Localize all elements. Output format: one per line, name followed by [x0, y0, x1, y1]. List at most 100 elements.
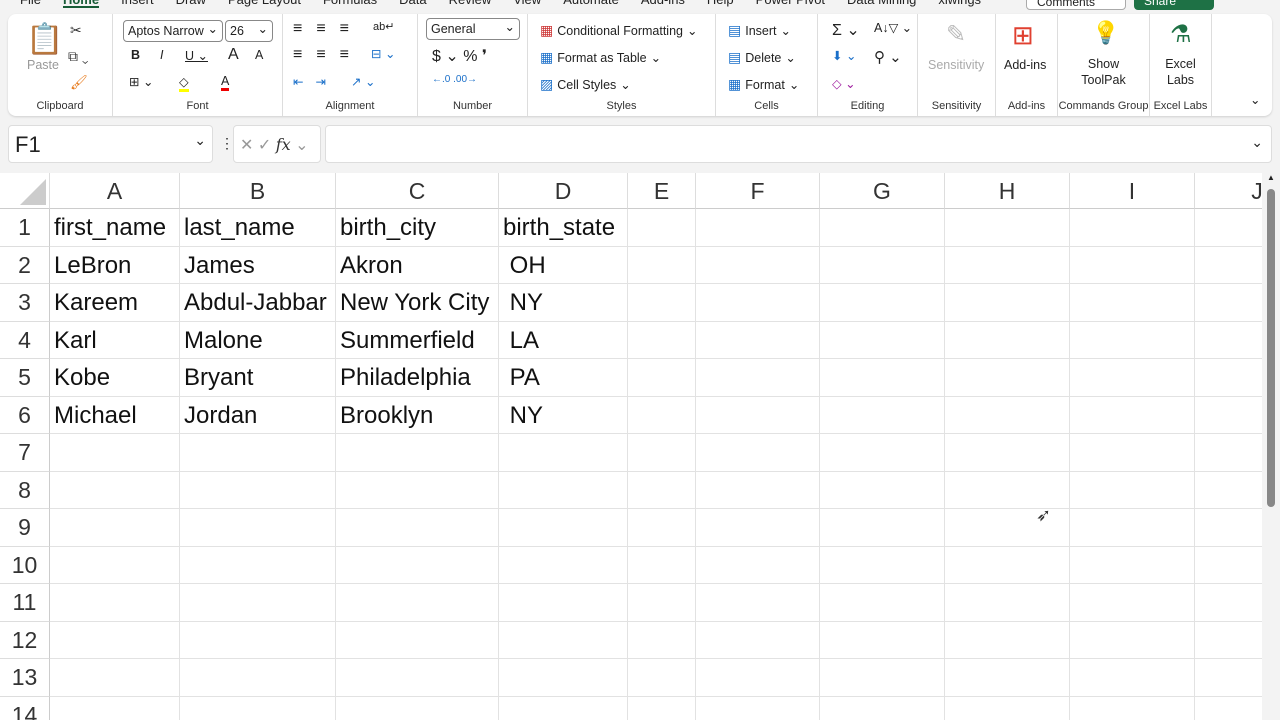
shrink-font-icon[interactable]: A [255, 48, 263, 62]
merge-center-icon[interactable]: ⊟ ⌄ [371, 46, 395, 61]
cell-F11[interactable] [696, 584, 820, 622]
tab-home[interactable]: Home [62, 0, 100, 8]
formula-bar-handle-icon[interactable]: ⋮ [220, 135, 234, 152]
cell-A12[interactable] [50, 621, 180, 659]
cell-B14[interactable] [180, 696, 336, 720]
clear-icon[interactable]: ◇ ⌄ [832, 76, 856, 91]
autosum-icon[interactable]: Σ ⌄ [832, 20, 860, 40]
tab-help[interactable]: Help [707, 0, 734, 8]
cell-E9[interactable] [628, 509, 696, 547]
cell-C4[interactable]: Summerfield [336, 321, 499, 359]
cell-I11[interactable] [1070, 584, 1195, 622]
cell-A14[interactable] [50, 696, 180, 720]
row-header-13[interactable]: 13 [0, 659, 50, 697]
indent-icons[interactable]: ⇤⇥ [293, 74, 338, 89]
tab-page-layout[interactable]: Page Layout [228, 0, 301, 8]
cell-J14[interactable] [1195, 697, 1262, 720]
cell-C6[interactable]: Brooklyn [336, 396, 499, 434]
enter-icon[interactable]: ✓ [258, 137, 271, 154]
cell-G7[interactable] [820, 434, 945, 472]
tab-review[interactable]: Review [449, 0, 492, 8]
number-format-select[interactable]: General [426, 18, 520, 40]
cell-H6[interactable] [945, 396, 1070, 434]
tab-data-mining[interactable]: Data Mining [847, 0, 916, 8]
cell-G13[interactable] [820, 659, 945, 697]
cell-E12[interactable] [628, 621, 696, 659]
cell-C3[interactable]: New York City [336, 284, 499, 322]
cell-I14[interactable] [1070, 696, 1195, 720]
row-header-1[interactable]: 1 [0, 209, 50, 247]
select-all-button[interactable] [0, 173, 50, 209]
format-painter-icon[interactable]: 🖌 [70, 74, 88, 91]
cell-J13[interactable] [1195, 659, 1262, 697]
cancel-icon[interactable]: ✕ [240, 137, 253, 154]
cell-E2[interactable] [628, 246, 696, 284]
copy-icon[interactable]: ⧉ ⌄ [68, 48, 89, 65]
cell-C12[interactable] [336, 621, 499, 659]
cell-J3[interactable] [1195, 284, 1262, 322]
sensitivity-button[interactable]: Sensitivity [928, 58, 984, 72]
show-toolpak-button[interactable]: Show ToolPak [1058, 56, 1149, 88]
cell-H9[interactable] [945, 509, 1070, 547]
cell-A3[interactable]: Kareem [50, 284, 180, 322]
cell-E5[interactable] [628, 359, 696, 397]
cell-H1[interactable] [945, 209, 1070, 247]
cell-H2[interactable] [945, 246, 1070, 284]
fill-icon[interactable]: ⬇ ⌄ [832, 48, 856, 63]
cell-B5[interactable]: Bryant [180, 359, 336, 397]
cell-A13[interactable] [50, 659, 180, 697]
cell-D6[interactable]: NY [499, 396, 628, 434]
cell-A2[interactable]: LeBron [50, 246, 180, 284]
insert-function-icon[interactable]: fx [276, 135, 291, 154]
cell-I9[interactable] [1070, 509, 1195, 547]
cell-A8[interactable] [50, 471, 180, 509]
cell-H5[interactable] [945, 359, 1070, 397]
cell-F2[interactable] [696, 246, 820, 284]
italic-icon[interactable]: I [160, 48, 163, 62]
insert-cells-button[interactable]: ▤ Insert ⌄ [728, 22, 791, 39]
decimal-icons[interactable]: ←.0 .00→ [432, 74, 477, 85]
cell-D1[interactable]: birth_state [499, 209, 628, 247]
tab-data[interactable]: Data [399, 0, 426, 8]
fill-color-icon[interactable]: ◇ [179, 74, 189, 92]
cell-F5[interactable] [696, 359, 820, 397]
row-header-12[interactable]: 12 [0, 621, 50, 659]
cell-G12[interactable] [820, 621, 945, 659]
cell-E13[interactable] [628, 659, 696, 697]
font-name-select[interactable]: Aptos Narrow [123, 20, 223, 42]
cell-B10[interactable] [180, 546, 336, 584]
cell-D8[interactable] [499, 471, 628, 509]
cell-C7[interactable] [336, 434, 499, 472]
cell-C14[interactable] [336, 696, 499, 720]
cell-J12[interactable] [1195, 622, 1262, 659]
vertical-align-icons[interactable]: ≡≡≡ [293, 20, 363, 38]
cell-I13[interactable] [1070, 659, 1195, 697]
cell-A1[interactable]: first_name [50, 209, 180, 247]
cell-C8[interactable] [336, 471, 499, 509]
sort-filter-icon[interactable]: A↓▽ ⌄ [874, 20, 912, 35]
cell-C11[interactable] [336, 584, 499, 622]
cell-C5[interactable]: Philadelphia [336, 359, 499, 397]
share-button[interactable]: Share [1134, 0, 1214, 10]
cell-A6[interactable]: Michael [50, 396, 180, 434]
font-color-icon[interactable]: A [221, 74, 230, 91]
cell-D3[interactable]: NY [499, 284, 628, 322]
name-box[interactable]: F1 ⌄ [8, 125, 213, 163]
cell-I6[interactable] [1070, 396, 1195, 434]
cell-G3[interactable] [820, 284, 945, 322]
cell-B6[interactable]: Jordan [180, 396, 336, 434]
format-as-table-button[interactable]: ▦ Format as Table ⌄ [540, 49, 661, 66]
currency-icon[interactable]: $ ⌄ % ❜ [432, 46, 487, 66]
cell-D14[interactable] [499, 696, 628, 720]
column-header-A[interactable]: A [50, 173, 180, 209]
cell-I2[interactable] [1070, 246, 1195, 284]
tab-automate[interactable]: Automate [563, 0, 619, 8]
cell-C13[interactable] [336, 659, 499, 697]
cell-B1[interactable]: last_name [180, 209, 336, 247]
excel-labs-button[interactable]: Excel Labs [1150, 56, 1211, 88]
cell-G1[interactable] [820, 209, 945, 247]
column-header-C[interactable]: C [336, 173, 499, 209]
comments-button[interactable]: Comments [1026, 0, 1126, 10]
column-header-E[interactable]: E [628, 173, 696, 209]
cell-J1[interactable] [1195, 209, 1262, 247]
